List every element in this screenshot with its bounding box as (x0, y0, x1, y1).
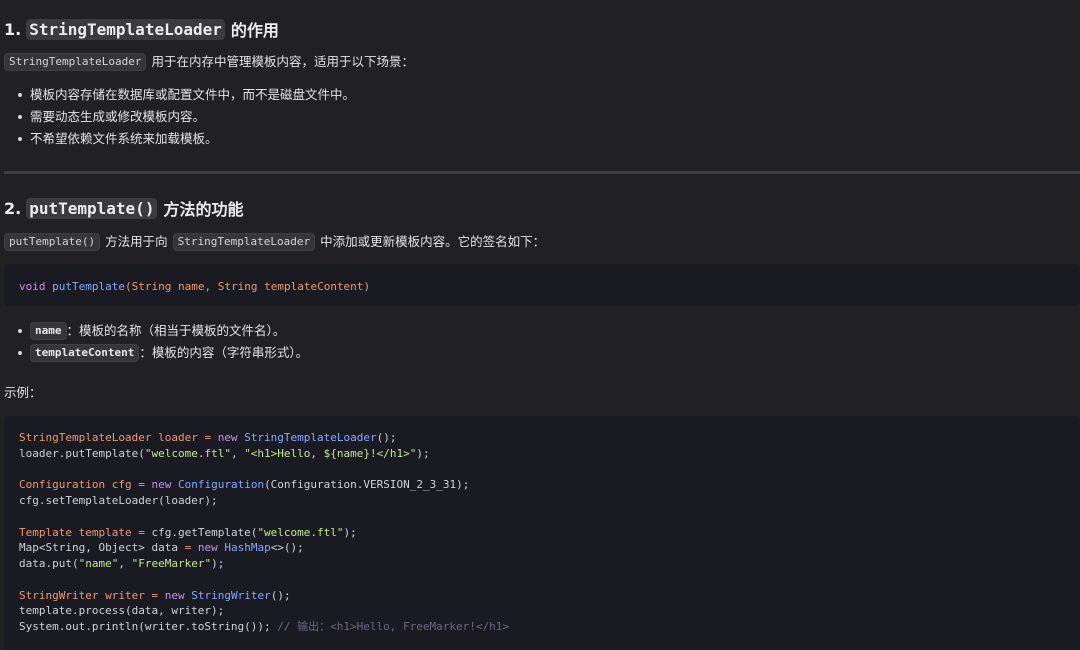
list-item: templateContent ：模板的内容（字符串形式）。 (0, 342, 308, 364)
code-line: StringTemplateLoader loader = new String… (19, 431, 397, 444)
code-line: template.process(data, writer); (19, 604, 225, 618)
section-2-number: 2. (4, 198, 22, 218)
bullet-icon (18, 351, 22, 355)
code-content: StringTemplateLoader loader = new String… (4, 416, 1080, 635)
code-line: cfg.setTemplateLoader(loader); (19, 494, 218, 507)
code-line: StringWriter writer = new StringWriter()… (19, 588, 291, 602)
signature-code-block[interactable]: void putTemplate(String name, String tem… (4, 264, 1080, 306)
list-item: 模板内容存储在数据库或配置文件中，而不是磁盘文件中。 (0, 84, 355, 106)
section-1-bullet-list: 模板内容存储在数据库或配置文件中，而不是磁盘文件中。 需要动态生成或修改模板内容… (0, 84, 355, 150)
section-divider (4, 171, 1080, 174)
code-line: Map<String, Object> data = new HashMap<>… (19, 541, 304, 555)
example-label: 示例： (4, 385, 42, 400)
bullet-icon (18, 115, 22, 119)
section-1-intro-text: 用于在内存中管理模板内容，适用于以下场景： (151, 54, 414, 69)
code-line: Template template = cfg.getTemplate("wel… (19, 525, 357, 539)
list-item: name ：模板的名称（相当于模板的文件名）。 (0, 320, 308, 342)
code-comment: // 输出：<h1>Hello, FreeMarker!</h1> (277, 620, 509, 633)
example-code-block[interactable]: StringTemplateLoader loader = new String… (4, 416, 1080, 650)
code-line: loader.putTemplate("welcome.ftl", "<h1>H… (19, 446, 430, 460)
section-1-heading-text: 的作用 (230, 21, 279, 40)
code-line: System.out.println(writer.toString()); /… (19, 620, 509, 633)
list-item: 不希望依赖文件系统来加载模板。 (0, 128, 355, 150)
section-1-heading: 1. StringTemplateLoader 的作用 (4, 17, 279, 41)
section-2-intro: putTemplate() 方法用于向 StringTemplateLoader… (4, 233, 545, 251)
inline-code: putTemplate() (4, 233, 101, 251)
bullet-icon (18, 137, 22, 141)
section-1-number: 1. (4, 19, 22, 39)
code-line: data.put("name", "FreeMarker"); (19, 557, 225, 570)
code-line: void putTemplate(String name, String tem… (19, 280, 371, 293)
code-line: Configuration cfg = new Configuration(Co… (19, 478, 470, 492)
section-2-heading: 2. putTemplate() 方法的功能 (4, 196, 243, 220)
inline-code: StringTemplateLoader (4, 53, 147, 71)
section-2-intro-text-2: 中添加或更新模板内容。它的签名如下： (320, 234, 546, 249)
document: 1. StringTemplateLoader 的作用 StringTempla… (0, 0, 1080, 650)
inline-code: name (30, 322, 67, 340)
section-1-heading-code: StringTemplateLoader (26, 18, 225, 40)
parameter-list: name ：模板的名称（相当于模板的文件名）。 templateContent ：模… (0, 320, 308, 364)
bullet-icon (18, 93, 22, 97)
inline-code: templateContent (30, 344, 140, 362)
section-2-intro-text-1: 方法用于向 (105, 234, 168, 249)
section-1-intro: StringTemplateLoader 用于在内存中管理模板内容，适用于以下场… (4, 53, 414, 71)
section-2-heading-text: 方法的功能 (163, 200, 244, 219)
bullet-icon (18, 329, 22, 333)
list-item: 需要动态生成或修改模板内容。 (0, 106, 355, 128)
section-2-heading-code: putTemplate() (26, 197, 158, 219)
inline-code: StringTemplateLoader (172, 233, 316, 251)
